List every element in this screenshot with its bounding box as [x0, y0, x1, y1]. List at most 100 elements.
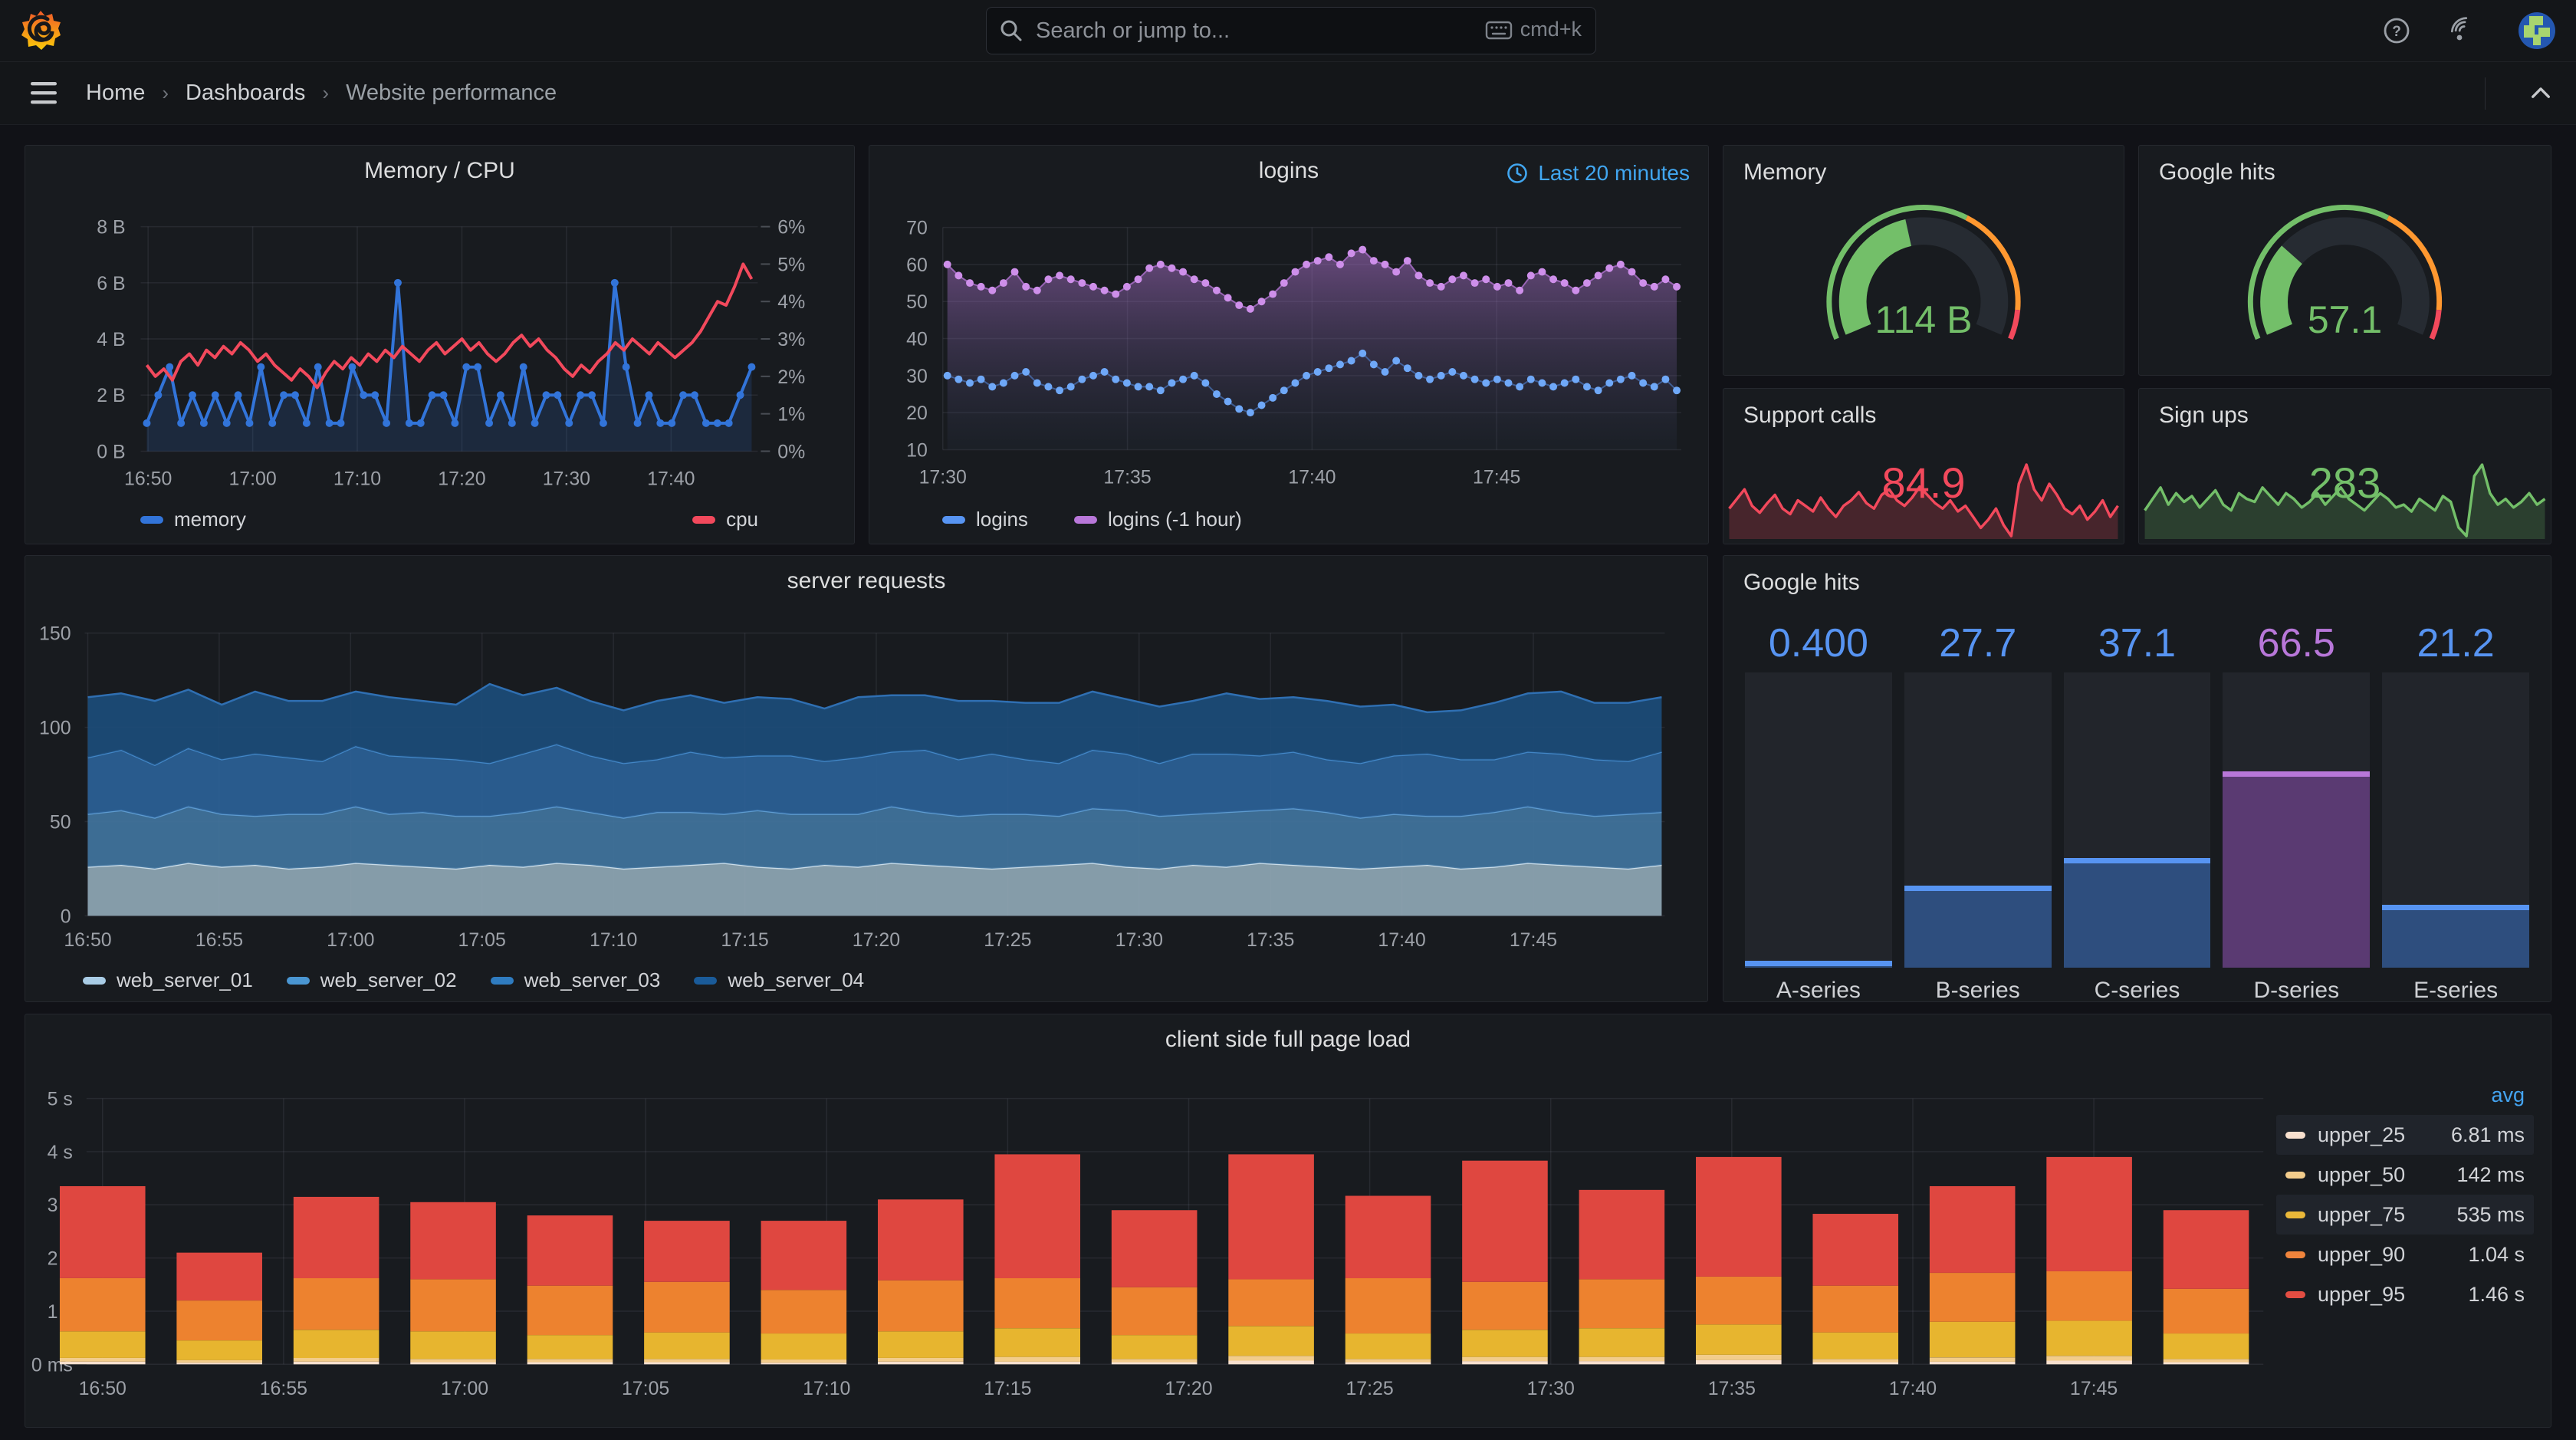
bar-gauge-column[interactable]: 66.5 D-series [2223, 620, 2371, 1003]
svg-text:17:25: 17:25 [984, 929, 1031, 951]
bar-fill [2382, 905, 2529, 968]
legend-row-upper-25[interactable]: upper_25 6.81 ms [2276, 1115, 2534, 1155]
legend-item-cpu[interactable]: cpu [692, 508, 758, 531]
svg-text:17:40: 17:40 [647, 468, 695, 489]
bar-track [1745, 672, 1892, 968]
chevron-up-icon[interactable] [2527, 79, 2555, 107]
legend-item-memory[interactable]: memory [140, 508, 246, 531]
legend-value: 1.46 s [2468, 1282, 2525, 1306]
svg-text:50: 50 [50, 811, 71, 833]
svg-text:17:35: 17:35 [1247, 929, 1294, 951]
svg-text:2%: 2% [777, 367, 805, 388]
svg-text:17:30: 17:30 [1527, 1378, 1575, 1399]
legend-label[interactable]: upper_50 [2318, 1163, 2456, 1187]
logins-chart[interactable]: 10 20 30 40 50 60 70 17:30 17:35 17:40 17:45 [869, 146, 1708, 544]
menu-icon[interactable] [31, 82, 60, 105]
svg-text:17:45: 17:45 [1510, 929, 1557, 951]
search-box[interactable]: cmd+k [986, 7, 1596, 54]
panel-server-requests: server requests 0 50 100 150 16:50 16:55 17:00… [25, 555, 1708, 1002]
client-load-chart[interactable]: 0 ms1 s2 s3 s4 s5 s16:5016:5517:0017:051… [25, 1014, 2551, 1427]
legend-label: cpu [726, 508, 758, 531]
legend-swatch [140, 515, 163, 524]
search-shortcut: cmd+k [1485, 18, 1582, 41]
svg-text:17:05: 17:05 [458, 929, 506, 951]
legend-item-web-server-04[interactable]: web_server_04 [694, 968, 864, 992]
search-icon [1001, 20, 1022, 41]
legend-label[interactable]: upper_90 [2318, 1243, 2468, 1267]
gauge-value: 57.1 [2307, 298, 2383, 341]
legend-row-upper-95[interactable]: upper_95 1.46 s [2276, 1274, 2534, 1314]
grafana-logo[interactable] [20, 10, 61, 51]
top-nav: cmd+k ? [0, 0, 2576, 62]
bar-gauge-column[interactable]: 0.400 A-series [1745, 620, 1892, 1003]
legend-value: 1.04 s [2468, 1242, 2525, 1266]
bar-gauge-column[interactable]: 27.7 B-series [1904, 620, 2052, 1003]
legend-label[interactable]: upper_25 [2318, 1123, 2451, 1147]
search-input[interactable] [1034, 8, 1467, 54]
legend-swatch [83, 976, 106, 985]
news-icon[interactable] [2449, 14, 2482, 48]
svg-text:4 s: 4 s [48, 1142, 73, 1163]
svg-text:17:20: 17:20 [1165, 1378, 1212, 1399]
svg-text:50: 50 [906, 291, 928, 313]
panel-google-hits-bars: Google hits 0.400 A-series 27.7 B-series… [1723, 555, 2551, 1003]
legend-row-upper-90[interactable]: upper_90 1.04 s [2276, 1235, 2534, 1274]
legend-swatch [692, 515, 716, 524]
stat-value: 84.9 [1881, 459, 1966, 507]
svg-text:?: ? [2392, 24, 2401, 40]
svg-text:150: 150 [39, 623, 71, 645]
svg-text:0 B: 0 B [97, 441, 125, 462]
client-legend: avg upper_25 6.81 ms upper_50 142 ms upp… [2276, 1080, 2534, 1314]
legend-item-web-server-02[interactable]: web_server_02 [286, 968, 457, 992]
svg-text:17:15: 17:15 [984, 1378, 1031, 1399]
avatar[interactable] [2518, 12, 2556, 50]
bar-gauge-column[interactable]: 21.2 E-series [2382, 620, 2529, 1003]
svg-text:17:20: 17:20 [853, 929, 900, 951]
svg-text:17:10: 17:10 [803, 1378, 850, 1399]
legend-item-logins-1hour[interactable]: logins (-1 hour) [1073, 508, 1242, 531]
memory-cpu-chart[interactable]: 0 B 2 B 4 B 6 B 8 B 0% 1% 2% 3% 4% 5% 6% 16:50 17:00 1… [25, 146, 854, 544]
breadcrumb-bar: Home › Dashboards › Website performance [0, 62, 2576, 125]
bar-fill [2223, 771, 2371, 968]
svg-text:6 B: 6 B [97, 273, 125, 294]
svg-text:5 s: 5 s [48, 1089, 73, 1110]
legend-row-upper-50[interactable]: upper_50 142 ms [2276, 1155, 2534, 1195]
bar-value: 66.5 [2257, 621, 2335, 666]
svg-text:4 B: 4 B [97, 329, 125, 350]
legend-header-avg[interactable]: avg [2276, 1080, 2534, 1115]
svg-text:16:50: 16:50 [79, 1378, 127, 1399]
legend-label: memory [174, 508, 246, 531]
legend-item-web-server-03[interactable]: web_server_03 [490, 968, 660, 992]
legend-item-logins[interactable]: logins [942, 508, 1028, 531]
help-icon[interactable]: ? [2380, 14, 2413, 48]
bar-gauge-column[interactable]: 37.1 C-series [2063, 620, 2211, 1003]
svg-text:100: 100 [39, 718, 71, 739]
legend-row-upper-75[interactable]: upper_75 535 ms [2276, 1195, 2534, 1235]
legend-swatch [2285, 1171, 2305, 1179]
panel-title[interactable]: Google hits [1743, 570, 1860, 596]
svg-text:5%: 5% [777, 254, 805, 275]
svg-text:10: 10 [906, 439, 928, 461]
legend-item-web-server-01[interactable]: web_server_01 [83, 968, 253, 992]
legend-label: web_server_04 [728, 968, 865, 991]
breadcrumb-home[interactable]: Home [86, 81, 145, 106]
bar-value: 21.2 [2417, 621, 2495, 666]
svg-text:17:00: 17:00 [441, 1378, 488, 1399]
keyboard-icon [1485, 21, 1512, 39]
legend-swatch [694, 976, 718, 985]
legend-label[interactable]: upper_75 [2318, 1203, 2456, 1227]
legend-value: 535 ms [2456, 1202, 2525, 1226]
panel-client-load: client side full page load 0 ms1 s2 s3 s… [25, 1014, 2551, 1428]
breadcrumb: Home › Dashboards › Website performance [86, 62, 557, 124]
svg-text:17:15: 17:15 [721, 929, 768, 951]
svg-text:0%: 0% [777, 441, 805, 462]
bar-value: 37.1 [2098, 621, 2177, 666]
svg-text:0: 0 [61, 906, 71, 927]
svg-text:6%: 6% [777, 217, 805, 238]
server-requests-chart[interactable]: 0 50 100 150 16:50 16:55 17:00 17:05 17:10 17:15 1… [25, 556, 1707, 1001]
bar-gauge: 0.400 A-series 27.7 B-series 37.1 C-seri… [1745, 620, 2529, 1003]
legend-swatch [1073, 515, 1097, 524]
breadcrumb-dashboards[interactable]: Dashboards [186, 81, 305, 106]
legend-label[interactable]: upper_95 [2318, 1283, 2468, 1307]
bar-fill [2063, 858, 2211, 968]
